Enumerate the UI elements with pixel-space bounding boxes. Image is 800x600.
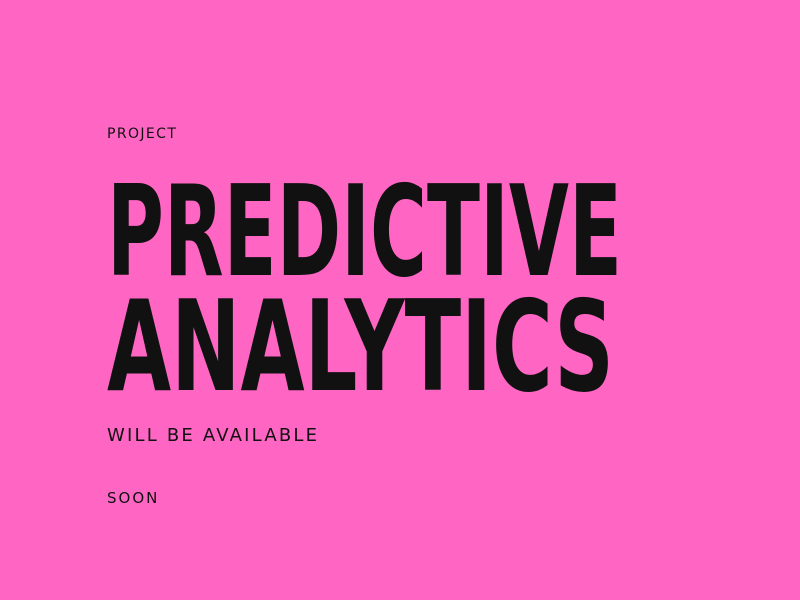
- poster-canvas: PROJECT PREDICTIVE ANALYTICS WILL BE AVA…: [0, 0, 800, 600]
- soon-label: SOON: [107, 489, 160, 507]
- headline-line-2: ANALYTICS: [0, 293, 800, 409]
- eyebrow-label: PROJECT: [107, 126, 178, 142]
- headline-line-1-svg: PREDICTIVE: [107, 178, 622, 294]
- headline-line-1: PREDICTIVE: [0, 178, 800, 294]
- headline-line-2-svg: ANALYTICS: [107, 293, 614, 409]
- headline-line-2-text: ANALYTICS: [107, 293, 614, 409]
- availability-tagline: WILL BE AVAILABLE: [107, 425, 320, 446]
- headline-line-1-text: PREDICTIVE: [107, 178, 622, 294]
